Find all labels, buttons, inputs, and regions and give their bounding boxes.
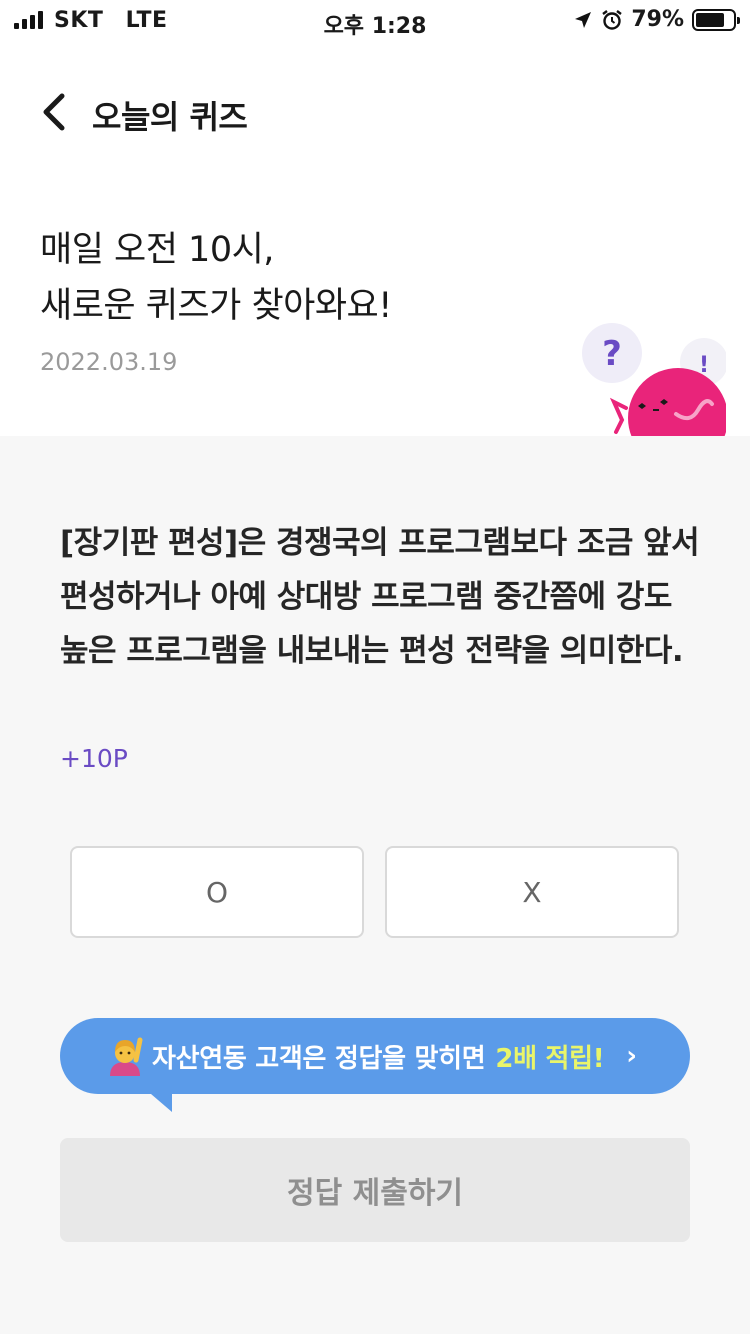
mascot-question-mark: ? [602, 334, 622, 374]
intro-section: 매일 오전 10시, 새로운 퀴즈가 찾아와요! 2022.03.19 [40, 222, 560, 376]
status-bar: SKT LTE 오후 1:28 79% [0, 0, 750, 42]
location-arrow-icon [575, 11, 592, 28]
promo-text: 자산연동 고객은 정답을 맞히면 [152, 1043, 486, 1074]
battery-icon [692, 8, 740, 31]
chevron-left-icon [43, 93, 65, 131]
promo-bubble-tail [144, 1088, 172, 1112]
chevron-right-icon: › [626, 1041, 637, 1071]
header: 오늘의 퀴즈 [0, 80, 750, 144]
intro-line-1: 매일 오전 10시, [40, 230, 274, 270]
back-button[interactable] [30, 88, 78, 136]
submit-answer-button[interactable]: 정답 제출하기 [60, 1138, 690, 1242]
mascot-illustration: ? ! [556, 318, 726, 438]
alarm-clock-icon [602, 9, 623, 30]
battery-percentage: 79% [631, 7, 684, 32]
reward-points: +10P [60, 744, 128, 773]
person-raising-hand-icon [110, 1037, 143, 1076]
intro-line-2: 새로운 퀴즈가 찾아와요! [40, 286, 392, 326]
promo-banner[interactable]: 자산연동 고객은 정답을 맞히면 2배 적립! › [60, 1018, 690, 1112]
promo-highlight: 2배 적립! [495, 1043, 605, 1074]
answer-o-button[interactable]: O [70, 846, 364, 938]
status-right-icons: 79% [573, 7, 740, 32]
battery-level-fill [696, 12, 725, 27]
quiz-section: [장기판 편성]은 경쟁국의 프로그램보다 조금 앞서 편성하거나 아예 상대방… [0, 436, 750, 1334]
page-title: 오늘의 퀴즈 [92, 98, 248, 136]
answer-x-button[interactable]: X [385, 846, 679, 938]
quiz-date: 2022.03.19 [40, 348, 178, 376]
quiz-question: [장기판 편성]은 경쟁국의 프로그램보다 조금 앞서 편성하거나 아예 상대방… [60, 525, 700, 669]
